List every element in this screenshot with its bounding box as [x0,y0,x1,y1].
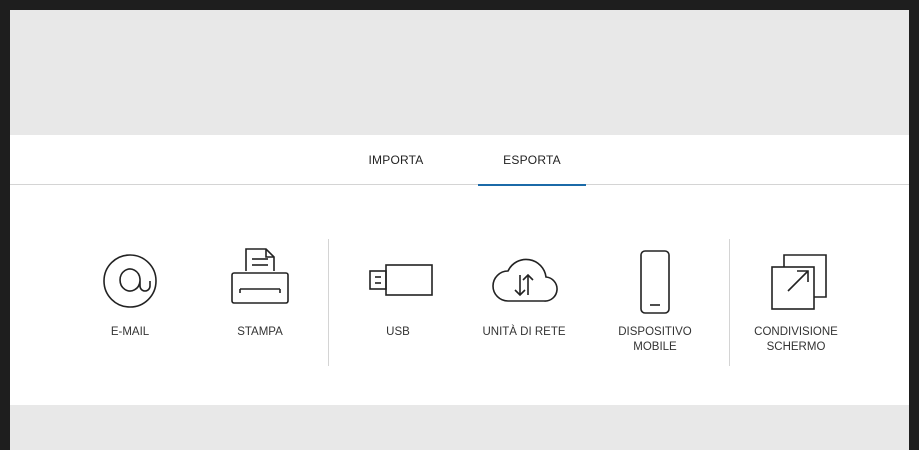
tab-import[interactable]: IMPORTA [348,135,444,185]
option-mobile-device[interactable]: DISPOSITIVO MOBILE [600,235,710,375]
tab-export-label: ESPORTA [503,153,561,167]
option-screen-share-label: CONDIVISIONE SCHERMO [754,326,838,353]
display-background: IMPORTA ESPORTA E-MAIL STAMPA USB UNITÀ … [10,10,909,450]
mobile-phone-icon [615,235,695,315]
option-usb-label: USB [386,326,410,338]
option-network-drive-label: UNITÀ DI RETE [482,326,566,338]
usb-drive-icon [358,235,438,315]
email-at-icon [90,235,170,315]
option-email-label: E-MAIL [110,326,150,338]
tab-bar: IMPORTA ESPORTA [10,135,909,186]
active-tab-indicator [478,184,586,186]
option-print-label: STAMPA [237,326,283,338]
option-network-drive[interactable]: UNITÀ DI RETE [465,235,583,375]
option-usb[interactable]: USB [343,235,453,375]
group-divider [729,239,730,366]
tab-export[interactable]: ESPORTA [478,135,586,186]
network-cloud-icon [484,235,564,315]
printer-icon [220,235,300,315]
option-print[interactable]: STAMPA [212,235,308,375]
option-mobile-device-label: DISPOSITIVO MOBILE [618,326,692,353]
screen-share-icon [756,235,836,315]
option-email[interactable]: E-MAIL [88,235,172,375]
tab-import-label: IMPORTA [368,153,424,167]
option-screen-share[interactable]: CONDIVISIONE SCHERMO [734,235,858,375]
export-panel: IMPORTA ESPORTA E-MAIL STAMPA USB UNITÀ … [10,135,909,405]
group-divider [328,239,329,366]
